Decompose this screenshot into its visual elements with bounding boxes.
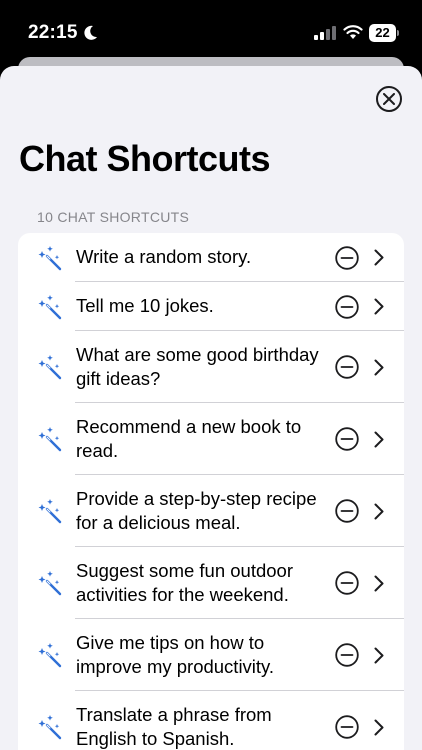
magic-wand-icon: [38, 427, 62, 452]
minus-circle-icon[interactable]: [335, 245, 359, 270]
chevron-right-icon[interactable]: [374, 359, 384, 376]
shortcut-row[interactable]: Recommend a new book to read.: [18, 403, 404, 475]
magic-wand-icon: [38, 499, 62, 524]
wifi-icon: [343, 25, 363, 39]
chevron-right-icon[interactable]: [374, 503, 384, 520]
shortcut-row[interactable]: Give me tips on how to improve my produc…: [18, 619, 404, 691]
shortcut-label: Provide a step-by-step recipe for a deli…: [76, 488, 317, 533]
minus-circle-icon[interactable]: [335, 571, 359, 595]
battery-level: 22: [369, 24, 396, 42]
chevron-right-icon[interactable]: [374, 647, 384, 664]
shortcut-label: What are some good birthday gift ideas?: [76, 344, 319, 389]
magic-wand-icon: [38, 571, 62, 596]
minus-circle-icon[interactable]: [335, 715, 359, 739]
shortcut-label: Give me tips on how to improve my produc…: [76, 632, 275, 677]
minus-circle-icon[interactable]: [335, 355, 359, 379]
shortcut-label: Recommend a new book to read.: [76, 416, 302, 461]
section-header: 10 CHAT SHORTCUTS: [37, 209, 190, 225]
shortcut-label: Write a random story.: [76, 246, 252, 267]
chevron-right-icon[interactable]: [374, 431, 384, 448]
magic-wand-icon: [38, 245, 62, 270]
minus-circle-icon[interactable]: [335, 643, 359, 667]
close-icon: [383, 93, 395, 105]
minus-circle-icon[interactable]: [335, 427, 359, 451]
cellular-signal-icon: [314, 26, 336, 40]
shortcut-label: Tell me 10 jokes.: [76, 295, 214, 316]
shortcut-row[interactable]: Suggest some fun outdoor activities for …: [18, 547, 404, 619]
shortcut-label: Translate a phrase from English to Spani…: [76, 704, 272, 749]
status-time: 22:15: [28, 22, 78, 43]
moon-icon: [84, 25, 97, 40]
shortcut-row[interactable]: Write a random story.: [18, 233, 404, 282]
shortcut-row[interactable]: What are some good birthday gift ideas?: [18, 331, 404, 403]
shortcut-list: Write a random story. Tell me 10 jokes.: [18, 233, 404, 750]
chevron-right-icon[interactable]: [374, 298, 384, 315]
magic-wand-icon: [38, 355, 62, 380]
magic-wand-icon: [38, 643, 62, 668]
magic-wand-icon: [38, 294, 62, 319]
shortcut-row[interactable]: Translate a phrase from English to Spani…: [18, 691, 404, 750]
chevron-right-icon[interactable]: [374, 575, 384, 592]
chevron-right-icon[interactable]: [374, 249, 384, 266]
close-button[interactable]: [376, 86, 402, 112]
shortcut-row[interactable]: Tell me 10 jokes.: [18, 282, 404, 331]
minus-circle-icon[interactable]: [335, 499, 359, 523]
minus-circle-icon[interactable]: [335, 294, 359, 319]
battery-tip: [397, 30, 399, 36]
battery-indicator: 22: [369, 24, 399, 42]
shortcut-row[interactable]: Provide a step-by-step recipe for a deli…: [18, 475, 404, 547]
page-title: Chat Shortcuts: [19, 138, 271, 179]
status-bar: 22:15 22: [0, 0, 422, 58]
shortcut-label: Suggest some fun outdoor activities for …: [76, 560, 294, 605]
chevron-right-icon[interactable]: [374, 719, 384, 736]
magic-wand-icon: [38, 715, 62, 740]
